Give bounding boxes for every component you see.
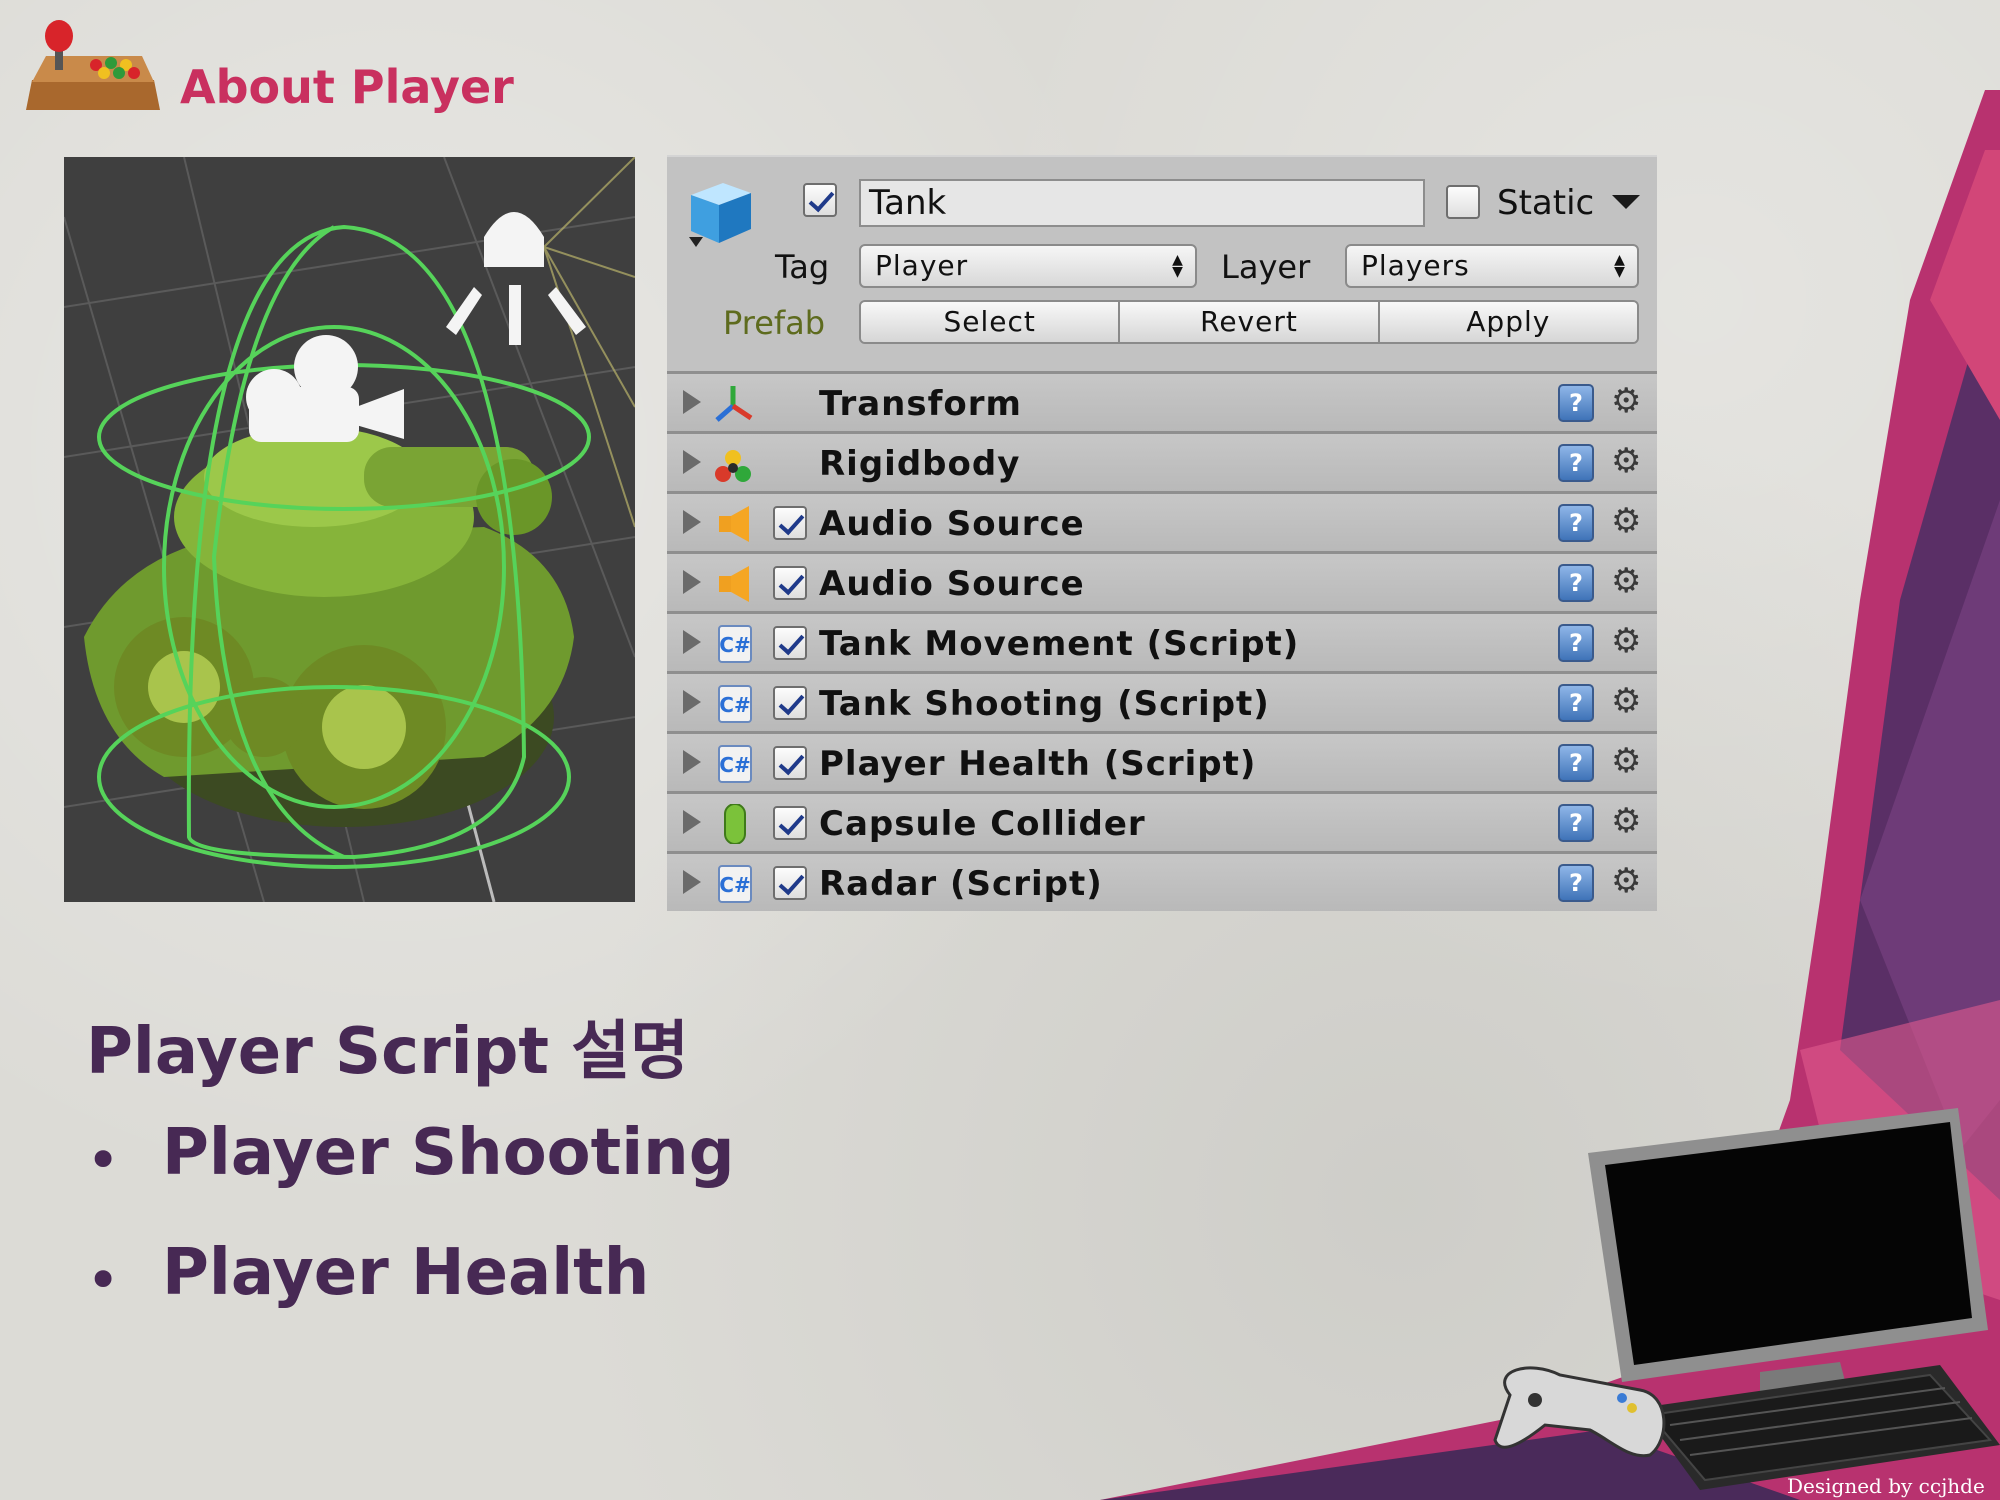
svg-text:C#: C# xyxy=(719,753,750,777)
csharp-script-icon: C# xyxy=(715,744,755,784)
csharp-script-icon: C# xyxy=(715,684,755,724)
component-enabled-checkbox[interactable] xyxy=(773,746,807,780)
tag-label: Tag xyxy=(775,248,830,286)
object-name-field[interactable]: Tank xyxy=(859,179,1425,227)
static-dropdown-arrow-icon[interactable] xyxy=(1612,195,1640,209)
foldout-arrow-icon[interactable] xyxy=(683,450,701,474)
static-checkbox[interactable] xyxy=(1446,185,1480,219)
foldout-arrow-icon[interactable] xyxy=(683,390,701,414)
prefab-revert-button[interactable]: Revert xyxy=(1120,302,1380,342)
prefab-apply-button[interactable]: Apply xyxy=(1379,302,1637,342)
bullet-dot-icon: • xyxy=(86,1246,121,1314)
dropdown-arrows-icon: ▲ ▼ xyxy=(1172,252,1184,280)
capsule-collider-icon xyxy=(715,803,755,845)
gear-icon[interactable]: ⚙ xyxy=(1611,680,1641,722)
scene-view-tank-image xyxy=(64,157,635,902)
component-row[interactable]: C# Radar (Script)? ⚙ xyxy=(667,851,1657,911)
gear-icon[interactable]: ⚙ xyxy=(1611,380,1641,422)
component-enabled-checkbox[interactable] xyxy=(773,566,807,600)
audio-source-icon xyxy=(715,564,755,604)
foldout-arrow-icon[interactable] xyxy=(683,630,701,654)
component-enabled-checkbox[interactable] xyxy=(773,506,807,540)
component-row[interactable]: Audio Source? ⚙ xyxy=(667,491,1657,551)
component-row[interactable]: Rigidbody? ⚙ xyxy=(667,431,1657,491)
component-name: Rigidbody xyxy=(819,444,1021,484)
help-book-icon[interactable]: ? xyxy=(1558,564,1594,602)
credit-text: Designed by ccjhde xyxy=(1787,1474,1985,1498)
gear-icon[interactable]: ⚙ xyxy=(1611,740,1641,782)
component-name: Audio Source xyxy=(819,564,1085,604)
dropdown-arrows-icon: ▲ ▼ xyxy=(1614,252,1626,280)
svg-text:C#: C# xyxy=(719,633,750,657)
component-name: Tank Shooting (Script) xyxy=(819,684,1270,724)
component-row[interactable]: Capsule Collider? ⚙ xyxy=(667,791,1657,851)
component-name: Audio Source xyxy=(819,504,1085,544)
component-name: Transform xyxy=(819,384,1022,424)
component-enabled-checkbox[interactable] xyxy=(773,626,807,660)
component-list: Transform? ⚙ Rigidbody? ⚙ Audio Source? ⚙ Audi… xyxy=(667,371,1657,911)
component-enabled-checkbox[interactable] xyxy=(773,686,807,720)
gear-icon[interactable]: ⚙ xyxy=(1611,560,1641,602)
gameobject-cube-icon xyxy=(689,183,751,247)
bullet-dot-icon: • xyxy=(86,1126,121,1194)
csharp-script-icon: C# xyxy=(715,864,755,904)
active-checkbox[interactable] xyxy=(803,183,837,217)
help-book-icon[interactable]: ? xyxy=(1558,684,1594,722)
layer-dropdown[interactable]: Players ▲ ▼ xyxy=(1345,244,1639,288)
component-row[interactable]: C# Tank Movement (Script)? ⚙ xyxy=(667,611,1657,671)
gear-icon[interactable]: ⚙ xyxy=(1611,860,1641,902)
svg-text:C#: C# xyxy=(719,873,750,897)
gear-icon[interactable]: ⚙ xyxy=(1611,620,1641,662)
component-row[interactable]: C# Player Health (Script)? ⚙ xyxy=(667,731,1657,791)
inspector-header: Tank Static Tag Player ▲ ▼ Layer Players … xyxy=(667,157,1657,367)
static-label: Static xyxy=(1497,183,1595,223)
help-book-icon[interactable]: ? xyxy=(1558,504,1594,542)
help-book-icon[interactable]: ? xyxy=(1558,744,1594,782)
component-row[interactable]: Transform? ⚙ xyxy=(667,371,1657,431)
foldout-arrow-icon[interactable] xyxy=(683,810,701,834)
prefab-label: Prefab xyxy=(723,304,826,342)
audio-source-icon xyxy=(715,504,755,544)
transform-icon xyxy=(713,384,753,424)
prefab-select-button[interactable]: Select xyxy=(861,302,1121,342)
csharp-script-icon: C# xyxy=(715,624,755,664)
foldout-arrow-icon[interactable] xyxy=(683,510,701,534)
component-enabled-checkbox[interactable] xyxy=(773,866,807,900)
script-heading: Player Script 설명 xyxy=(86,1015,690,1089)
component-name: Radar (Script) xyxy=(819,864,1103,904)
bullet-text: Player Shooting xyxy=(162,1116,735,1190)
tag-value: Player xyxy=(875,249,969,282)
bullet-text: Player Health xyxy=(162,1236,650,1310)
help-book-icon[interactable]: ? xyxy=(1558,864,1594,902)
slide-title: About Player xyxy=(180,60,514,114)
help-book-icon[interactable]: ? xyxy=(1558,384,1594,422)
help-book-icon[interactable]: ? xyxy=(1558,624,1594,662)
component-row[interactable]: C# Tank Shooting (Script)? ⚙ xyxy=(667,671,1657,731)
component-row[interactable]: Audio Source? ⚙ xyxy=(667,551,1657,611)
component-name: Tank Movement (Script) xyxy=(819,624,1300,664)
rigidbody-icon xyxy=(713,444,753,484)
help-book-icon[interactable]: ? xyxy=(1558,804,1594,842)
svg-text:C#: C# xyxy=(719,693,750,717)
gear-icon[interactable]: ⚙ xyxy=(1611,800,1641,842)
foldout-arrow-icon[interactable] xyxy=(683,570,701,594)
foldout-arrow-icon[interactable] xyxy=(683,870,701,894)
layer-label: Layer xyxy=(1221,248,1311,286)
foldout-arrow-icon[interactable] xyxy=(683,690,701,714)
prefab-button-group: Select Revert Apply xyxy=(859,300,1639,344)
tag-dropdown[interactable]: Player ▲ ▼ xyxy=(859,244,1197,288)
component-name: Capsule Collider xyxy=(819,804,1146,844)
component-name: Player Health (Script) xyxy=(819,744,1257,784)
arcade-joystick-icon xyxy=(26,20,160,110)
layer-value: Players xyxy=(1361,249,1470,282)
foldout-arrow-icon[interactable] xyxy=(683,750,701,774)
slide-header: About Player xyxy=(26,20,546,120)
help-book-icon[interactable]: ? xyxy=(1558,444,1594,482)
unity-inspector-panel: Tank Static Tag Player ▲ ▼ Layer Players … xyxy=(667,155,1657,911)
gear-icon[interactable]: ⚙ xyxy=(1611,500,1641,542)
gear-icon[interactable]: ⚙ xyxy=(1611,440,1641,482)
component-enabled-checkbox[interactable] xyxy=(773,806,807,840)
